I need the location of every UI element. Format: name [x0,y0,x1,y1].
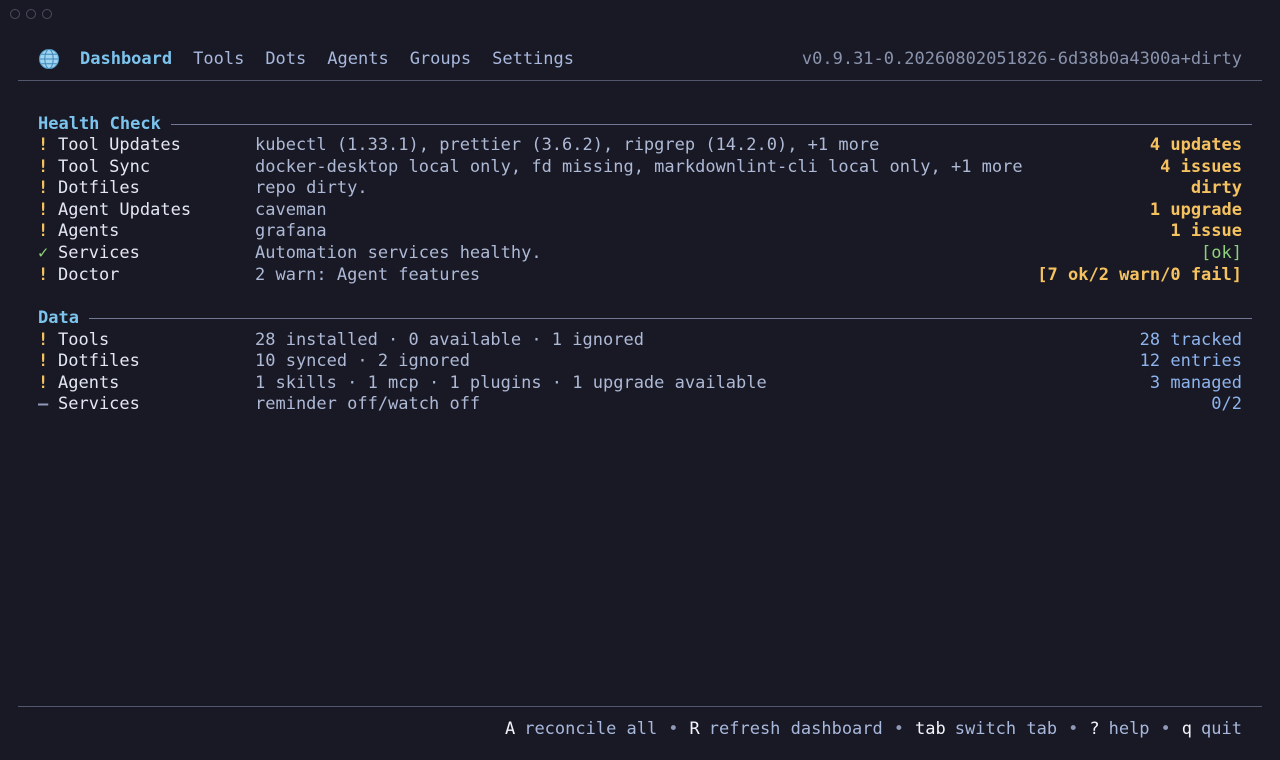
close-window-button[interactable] [10,9,20,19]
shortcut-bar: A reconcile all • R refresh dashboard • … [505,717,1242,741]
shortcut-desc-quit[interactable]: quit [1201,719,1242,739]
data-row-agents[interactable]: ! Agents 1 skills · 1 mcp · 1 plugins · … [38,372,1242,394]
shortcut-key-quit[interactable]: q [1182,719,1192,739]
warning-icon: ! [38,350,49,371]
footer-divider [18,706,1262,707]
shortcut-desc-reconcile[interactable]: reconcile all [524,719,657,739]
section-divider [170,123,1252,125]
health-row-doctor[interactable]: ! Doctor 2 warn: Agent features [7 ok/2 … [38,264,1242,286]
shortcut-key-help[interactable]: ? [1089,719,1099,739]
health-row-dotfiles[interactable]: ! Dotfiles repo dirty. dirty [38,177,1242,199]
data-row-dotfiles[interactable]: ! Dotfiles 10 synced · 2 ignored 12 entr… [38,350,1242,372]
minimize-window-button[interactable] [26,9,36,19]
row-name: Services [58,393,140,414]
globe-icon [39,49,59,69]
data-header: Data [38,307,1252,329]
row-detail: 28 installed · 0 available · 1 ignored [255,329,644,350]
row-detail: 10 synced · 2 ignored [255,350,470,371]
row-name: Services [58,242,140,263]
status-badge: 1 issue [1170,220,1242,241]
row-detail: 1 skills · 1 mcp · 1 plugins · 1 upgrade… [255,372,767,393]
row-detail: grafana [255,220,327,241]
row-name: Tool Sync [58,156,151,177]
shortcut-key-reconcile[interactable]: A [505,719,515,739]
status-badge: 4 issues [1160,156,1242,177]
row-name: Tool Updates [58,134,181,155]
tab-settings[interactable]: Settings [492,49,574,69]
row-detail: docker-desktop local only, fd missing, m… [255,156,1023,177]
shortcut-desc-switch-tab[interactable]: switch tab [955,719,1057,739]
health-row-agent-updates[interactable]: ! Agent Updates caveman 1 upgrade [38,199,1242,221]
status-badge: 28 tracked [1139,329,1242,350]
row-detail: reminder off/watch off [255,393,481,414]
check-icon: ✓ [38,242,49,263]
shortcut-separator: • [1160,719,1171,739]
row-detail: Automation services healthy. [255,242,542,263]
tab-dots[interactable]: Dots [265,49,306,69]
status-badge: 4 updates [1149,134,1242,155]
warning-icon: ! [38,134,49,155]
row-detail: kubectl (1.33.1), prettier (3.6.2), ripg… [255,134,880,155]
row-name: Tools [58,329,110,350]
status-badge: [ok] [1201,242,1242,263]
row-detail: repo dirty. [255,177,368,198]
shortcut-key-refresh[interactable]: R [690,719,700,739]
header-divider [18,80,1262,81]
data-row-tools[interactable]: ! Tools 28 installed · 0 available · 1 i… [38,329,1242,351]
zoom-window-button[interactable] [42,9,52,19]
row-name: Agent Updates [58,199,192,220]
row-name: Agents [58,372,120,393]
shortcut-separator: • [668,719,679,739]
shortcut-desc-refresh[interactable]: refresh dashboard [709,719,883,739]
version-label: v0.9.31-0.20260802051826-6d38b0a4300a+di… [801,49,1242,69]
shortcut-separator: • [1068,719,1079,739]
section-divider [88,317,1252,319]
warning-icon: ! [38,372,49,393]
data-row-services[interactable]: — Services reminder off/watch off 0/2 [38,393,1242,415]
window-controls [10,9,52,19]
row-name: Doctor [58,264,120,285]
shortcut-key-switch-tab[interactable]: tab [915,719,946,739]
tab-groups[interactable]: Groups [410,49,471,69]
row-name: Dotfiles [58,177,140,198]
row-name: Dotfiles [58,350,140,371]
row-name: Agents [58,220,120,241]
status-badge: 0/2 [1211,393,1242,414]
health-row-tool-updates[interactable]: ! Tool Updates kubectl (1.33.1), prettie… [38,134,1242,156]
shortcut-desc-help[interactable]: help [1109,719,1150,739]
status-badge: dirty [1190,177,1242,198]
health-row-agents[interactable]: ! Agents grafana 1 issue [38,220,1242,242]
row-detail: 2 warn: Agent features [255,264,481,285]
warning-icon: ! [38,329,49,350]
dash-icon: — [38,393,49,414]
tab-tools[interactable]: Tools [193,49,244,69]
warning-icon: ! [38,199,49,220]
health-row-services[interactable]: ✓ Services Automation services healthy. … [38,242,1242,264]
top-nav: Dashboard Tools Dots Agents Groups Setti… [38,47,1242,71]
section-title: Data [38,308,79,328]
terminal-window: Dashboard Tools Dots Agents Groups Setti… [0,0,1280,760]
status-badge: 12 entries [1139,350,1242,371]
shortcut-separator: • [893,719,905,739]
warning-icon: ! [38,220,49,241]
warning-icon: ! [38,156,49,177]
status-badge: [7 ok/2 warn/0 fail] [1037,264,1242,285]
status-badge: 1 upgrade [1149,199,1242,220]
status-badge: 3 managed [1149,372,1242,393]
health-row-tool-sync[interactable]: ! Tool Sync docker-desktop local only, f… [38,156,1242,178]
section-title: Health Check [38,114,161,134]
tab-agents[interactable]: Agents [327,49,388,69]
warning-icon: ! [38,177,49,198]
health-check-header: Health Check [38,113,1252,135]
tab-dashboard[interactable]: Dashboard [80,49,172,69]
warning-icon: ! [38,264,49,285]
row-detail: caveman [255,199,327,220]
